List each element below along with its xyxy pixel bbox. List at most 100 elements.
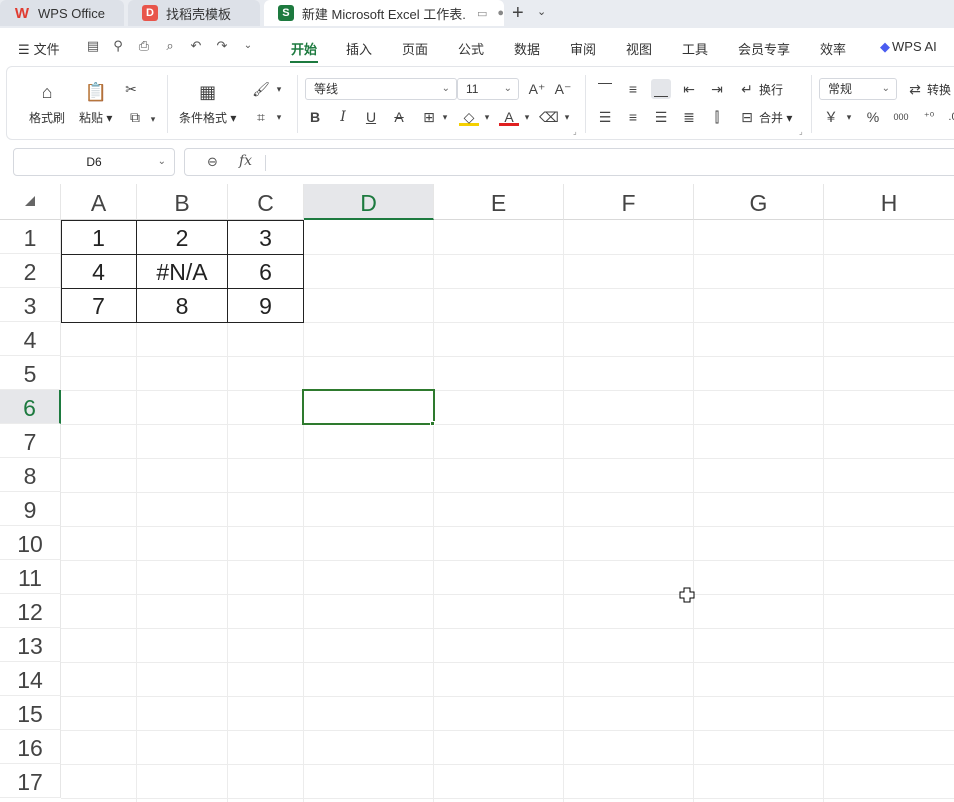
cut-icon[interactable]: ✂ (121, 79, 141, 99)
column-header-e[interactable]: E (434, 184, 564, 220)
distributed-align-icon[interactable]: ⫿ (707, 107, 727, 127)
increase-indent-icon[interactable]: ⇥ (707, 79, 727, 99)
zoom-magnifier-icon[interactable]: ⊖ (207, 154, 218, 170)
cell-frame-dropdown-icon[interactable]: ▾ (269, 107, 289, 127)
cell-a2[interactable]: 4 (61, 254, 136, 288)
name-box[interactable]: D6 ⌄ (13, 148, 175, 176)
row-header-10[interactable]: 10 (0, 526, 61, 560)
row-header-1[interactable]: 1 (0, 220, 61, 254)
undo-icon[interactable]: ↶ (189, 39, 203, 53)
align-bottom-icon[interactable]: ⎽ (651, 79, 671, 99)
spreadsheet-grid[interactable]: A B C D E F G H 1 2 3 4 5 6 7 8 9 10 11 … (0, 184, 954, 802)
increase-font-icon[interactable]: A⁺ (527, 79, 547, 99)
number-format-select[interactable]: 常规 ⌄ (819, 78, 897, 100)
column-header-c[interactable]: C (228, 184, 304, 220)
print-icon[interactable]: ⎙ (137, 39, 151, 53)
column-header-g[interactable]: G (694, 184, 824, 220)
select-all-corner[interactable] (0, 184, 61, 220)
row-header-7[interactable]: 7 (0, 424, 61, 458)
strikethrough-icon[interactable]: A (389, 107, 409, 127)
menu-efficiency[interactable]: 效率 (820, 39, 846, 58)
tab-docer-templates[interactable]: D 找稻壳模板 (128, 0, 260, 26)
row-header-13[interactable]: 13 (0, 628, 61, 662)
menu-data[interactable]: 数据 (514, 39, 540, 58)
row-header-11[interactable]: 11 (0, 560, 61, 594)
fx-icon[interactable]: fx (239, 153, 252, 169)
share-icon[interactable]: ⚲ (111, 39, 125, 53)
row-header-8[interactable]: 8 (0, 458, 61, 492)
justify-icon[interactable]: ≣ (679, 107, 699, 127)
conditional-format-button[interactable]: ▦ 条件格式 ▾ (179, 79, 236, 126)
cell-border-frame-icon[interactable]: ⌗ (251, 107, 271, 127)
cell-b1[interactable]: 2 (137, 220, 227, 254)
fill-color-dropdown-icon[interactable]: ▾ (477, 107, 497, 127)
print-preview-icon[interactable]: ⌕ (163, 39, 177, 53)
monitor-icon[interactable]: ▭ (477, 7, 487, 20)
currency-dropdown-icon[interactable]: ▾ (839, 107, 859, 127)
save-icon[interactable]: ▤ (86, 39, 100, 53)
thousands-separator-icon[interactable]: 000 (891, 107, 911, 127)
alignment-dialog-launcher-icon[interactable]: ⌟ (799, 127, 803, 136)
eraser-icon[interactable]: ⌫ (539, 107, 559, 127)
wrap-text-button[interactable]: 换行 (759, 81, 783, 98)
row-header-5[interactable]: 5 (0, 356, 61, 390)
active-cell-d6[interactable] (302, 389, 435, 425)
percent-icon[interactable]: % (863, 107, 883, 127)
cell-a3[interactable]: 7 (61, 288, 136, 322)
fill-color-icon[interactable]: ◇ (459, 107, 479, 126)
align-right-icon[interactable]: ☰ (651, 107, 671, 127)
quick-access-chevron-icon[interactable]: ⌄ (241, 39, 255, 53)
merge-button[interactable]: 合并 ▾ (759, 109, 792, 126)
eraser-dropdown-icon[interactable]: ▾ (557, 107, 577, 127)
cell-c1[interactable]: 3 (228, 220, 303, 254)
menu-member[interactable]: 会员专享 (738, 39, 790, 58)
underline-icon[interactable]: U (361, 107, 381, 127)
column-header-h[interactable]: H (824, 184, 954, 220)
currency-icon[interactable]: ￥ (821, 107, 841, 127)
tab-list-chevron-icon[interactable]: ⌄ (537, 5, 546, 18)
cell-style-dropdown-icon[interactable]: ▾ (269, 79, 289, 99)
column-header-d[interactable]: D (304, 184, 434, 220)
italic-icon[interactable]: I (333, 107, 353, 127)
menu-tools[interactable]: 工具 (682, 39, 708, 58)
merge-cells-icon[interactable]: ⊟ (737, 107, 757, 127)
row-header-12[interactable]: 12 (0, 594, 61, 628)
cell-b2[interactable]: #N/A (137, 254, 227, 288)
bold-icon[interactable]: B (305, 107, 325, 127)
row-header-4[interactable]: 4 (0, 322, 61, 356)
borders-dropdown-icon[interactable]: ▾ (435, 107, 455, 127)
menu-review[interactable]: 审阅 (570, 39, 596, 58)
decrease-decimal-icon[interactable]: .0 (943, 107, 954, 127)
row-header-6[interactable]: 6 (0, 390, 61, 424)
row-header-2[interactable]: 2 (0, 254, 61, 288)
row-header-9[interactable]: 9 (0, 492, 61, 526)
cell-a1[interactable]: 1 (61, 220, 136, 254)
menu-insert[interactable]: 插入 (346, 39, 372, 58)
menu-page[interactable]: 页面 (402, 39, 428, 58)
decrease-font-icon[interactable]: A⁻ (553, 79, 573, 99)
cell-c3[interactable]: 9 (228, 288, 303, 322)
convert-button[interactable]: 转换 (927, 81, 951, 98)
fill-handle[interactable] (430, 421, 435, 426)
formula-input-area[interactable]: ⊖ fx (184, 148, 954, 176)
copy-icon[interactable]: ⧉ (125, 107, 145, 127)
copy-dropdown-icon[interactable]: ▾ (143, 109, 163, 129)
format-painter-button[interactable]: ⌂ 格式刷 (29, 79, 65, 126)
convert-icon[interactable]: ⇄ (905, 79, 925, 99)
decrease-indent-icon[interactable]: ⇤ (679, 79, 699, 99)
align-middle-icon[interactable]: ≡ (623, 79, 643, 99)
tab-excel-workbook[interactable]: S 新建 Microsoft Excel 工作表. ▭ ● (264, 0, 504, 26)
tab-wps-office[interactable]: W WPS Office (0, 0, 124, 26)
menu-view[interactable]: 视图 (626, 39, 652, 58)
row-header-14[interactable]: 14 (0, 662, 61, 696)
redo-icon[interactable]: ↷ (215, 39, 229, 53)
menu-home[interactable]: 开始 (291, 39, 317, 58)
row-header-15[interactable]: 15 (0, 696, 61, 730)
row-header-17[interactable]: 17 (0, 764, 61, 798)
column-header-f[interactable]: F (564, 184, 694, 220)
menu-formulas[interactable]: 公式 (458, 39, 484, 58)
cell-b3[interactable]: 8 (137, 288, 227, 322)
font-color-icon[interactable]: A (499, 107, 519, 126)
font-dialog-launcher-icon[interactable]: ⌟ (573, 127, 577, 136)
paste-button[interactable]: 📋 粘贴 ▾ (79, 79, 112, 126)
